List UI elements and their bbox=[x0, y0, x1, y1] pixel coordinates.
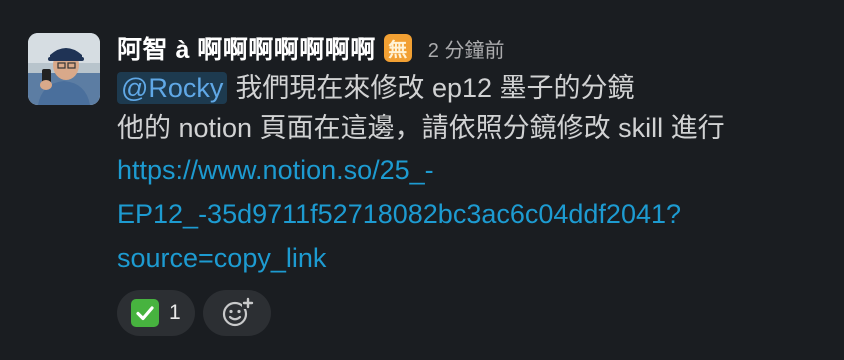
link-line-2: EP12_-35d9711f52718082bc3ac6c04ddf2041? bbox=[117, 199, 682, 229]
message-line-1-text: 我們現在來修改 ep12 墨子的分鏡 bbox=[235, 73, 635, 103]
user-mention[interactable]: @Rocky bbox=[117, 72, 228, 104]
add-reaction-button[interactable] bbox=[202, 290, 271, 336]
message-content: 阿智 à 啊啊啊啊啊啊啊 無 2 分鐘前 @Rocky 我們現在來修改 ep12 … bbox=[117, 28, 824, 336]
timestamp[interactable]: 2 分鐘前 bbox=[428, 34, 505, 63]
chat-message: 阿智 à 啊啊啊啊啊啊啊 無 2 分鐘前 @Rocky 我們現在來修改 ep12 … bbox=[0, 0, 844, 360]
white-check-mark-icon bbox=[131, 299, 159, 327]
message-body: @Rocky 我們現在來修改 ep12 墨子的分鏡 他的 notion 頁面在這邊… bbox=[117, 68, 824, 148]
sender-name[interactable]: 阿智 à 啊啊啊啊啊啊啊 bbox=[117, 30, 376, 66]
avatar[interactable] bbox=[28, 33, 100, 105]
reaction-count: 1 bbox=[169, 301, 181, 324]
add-reaction-icon bbox=[222, 297, 254, 327]
link-line-1: https://www.notion.so/25_- bbox=[117, 155, 434, 185]
message-line-2: 他的 notion 頁面在這邊，請依照分鏡修改 skill 進行 bbox=[117, 113, 725, 143]
reaction-check[interactable]: 1 bbox=[117, 290, 195, 336]
message-header: 阿智 à 啊啊啊啊啊啊啊 無 2 分鐘前 bbox=[117, 28, 824, 68]
reactions-bar: 1 bbox=[117, 290, 824, 336]
link-line-3: source=copy_link bbox=[117, 243, 327, 273]
notion-link[interactable]: https://www.notion.so/25_- EP12_-35d9711… bbox=[117, 148, 757, 280]
status-emoji-icon: 無 bbox=[383, 34, 412, 62]
message-line-1: @Rocky 我們現在來修改 ep12 墨子的分鏡 bbox=[117, 68, 824, 108]
avatar-photo bbox=[28, 33, 100, 105]
